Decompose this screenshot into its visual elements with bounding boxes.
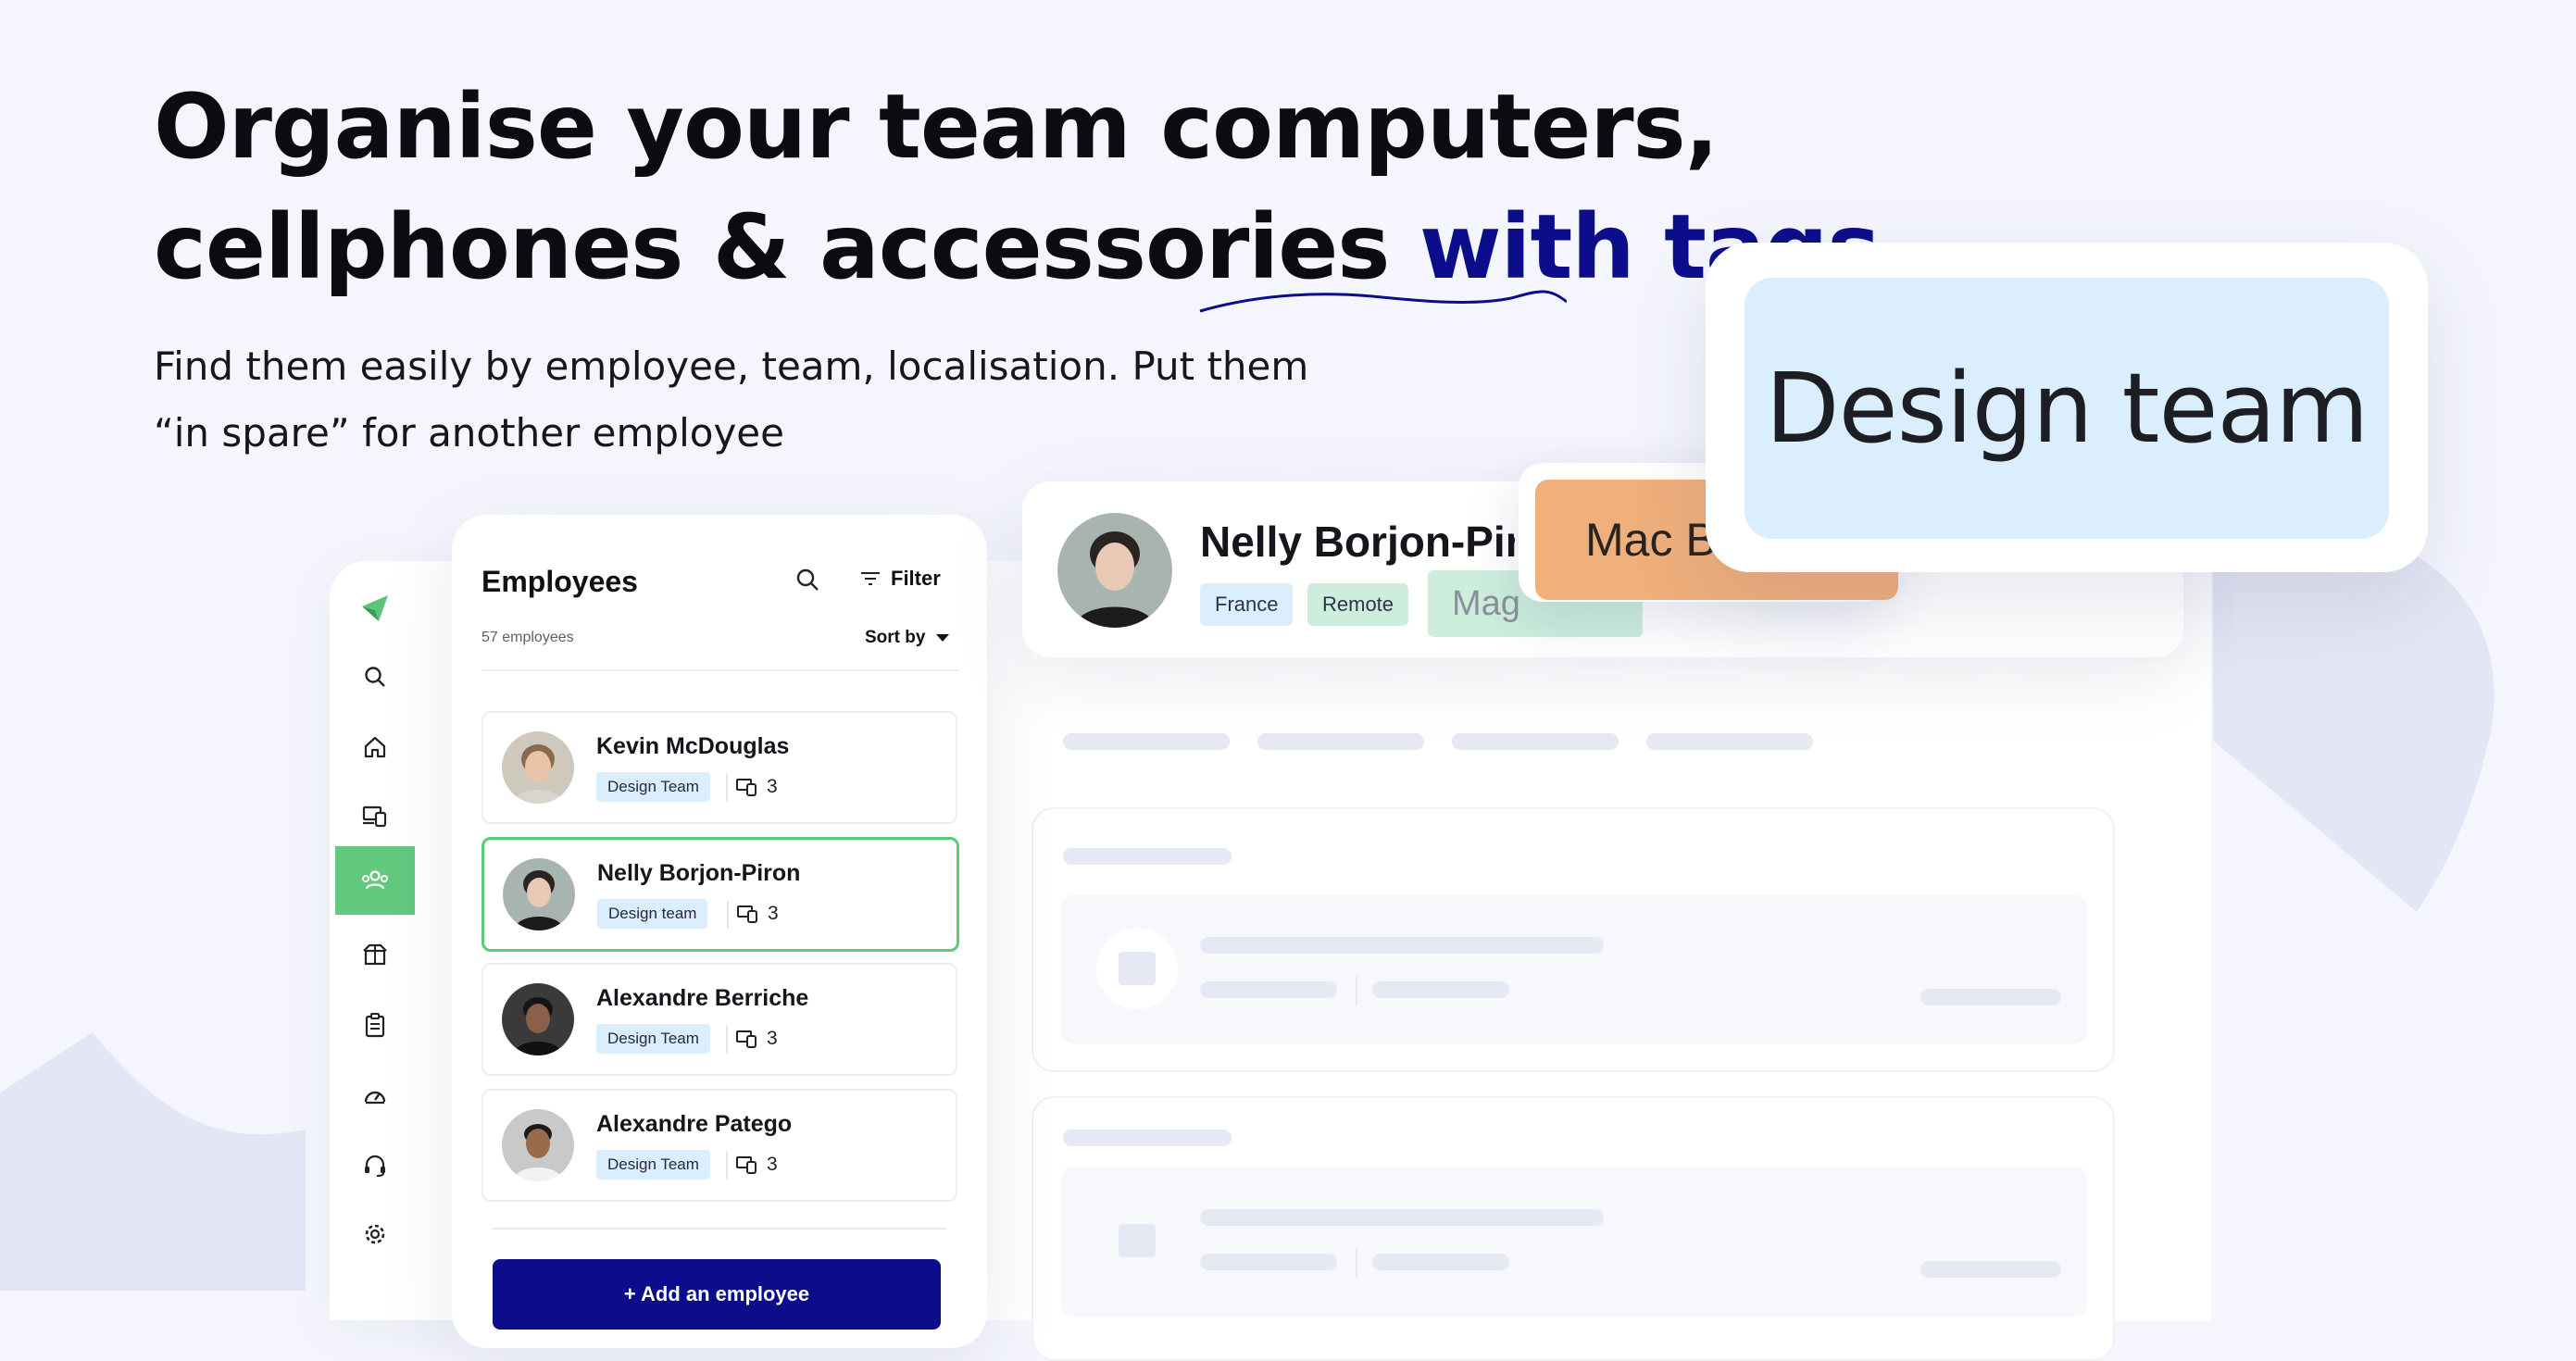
skeleton-line bbox=[1200, 1254, 1337, 1270]
device-count: 3 bbox=[735, 1024, 778, 1054]
device-count-value: 3 bbox=[767, 1028, 778, 1049]
skeleton-thumb-square bbox=[1119, 952, 1156, 985]
divider bbox=[481, 669, 959, 671]
add-employee-button[interactable]: + Add an employee bbox=[493, 1259, 941, 1330]
dashboard-icon[interactable] bbox=[335, 1061, 415, 1130]
skeleton-line bbox=[1372, 1254, 1509, 1270]
team-tag: Design Team bbox=[596, 1024, 710, 1054]
device-count-value: 3 bbox=[767, 1154, 778, 1175]
subtitle-line2: “in spare” for another employee bbox=[154, 410, 784, 456]
device-count-value: 3 bbox=[767, 776, 778, 797]
filter-button[interactable]: Filter bbox=[859, 567, 941, 591]
employee-name: Alexandre Patego bbox=[596, 1111, 793, 1137]
employees-title: Employees bbox=[481, 565, 638, 598]
skeleton-sep bbox=[1356, 1248, 1357, 1278]
employee-card[interactable]: Alexandre Berriche Design Team 3 bbox=[481, 963, 957, 1076]
skeleton-line bbox=[1063, 1130, 1232, 1146]
avatar bbox=[502, 731, 574, 804]
devices-icon bbox=[736, 1030, 757, 1048]
filter-icon bbox=[861, 572, 880, 585]
employees-panel: Employees Filter 57 employees Sort by Ke… bbox=[452, 515, 987, 1348]
location-tag[interactable]: France bbox=[1200, 583, 1294, 626]
employee-card-selected[interactable]: Nelly Borjon-Piron Design team 3 bbox=[481, 837, 959, 952]
devices-icon bbox=[736, 1156, 757, 1174]
profile-avatar bbox=[1057, 513, 1172, 628]
separator bbox=[727, 901, 729, 929]
skeleton-tab bbox=[1452, 733, 1619, 750]
avatar bbox=[503, 858, 575, 930]
clipboard-icon[interactable] bbox=[335, 991, 415, 1059]
sort-dropdown[interactable]: Sort by bbox=[865, 628, 951, 648]
employee-card[interactable]: Kevin McDouglas Design Team 3 bbox=[481, 711, 957, 824]
skeleton-card bbox=[1061, 894, 2087, 1044]
filter-label: Filter bbox=[891, 567, 941, 590]
gear-icon[interactable] bbox=[335, 1200, 415, 1268]
skeleton-section bbox=[1032, 807, 2115, 1072]
skeleton-sep bbox=[1356, 976, 1357, 1005]
devices-icon bbox=[736, 779, 757, 796]
package-icon[interactable] bbox=[335, 920, 415, 989]
skeleton-thumb-square bbox=[1119, 1224, 1156, 1257]
employees-icon[interactable] bbox=[335, 846, 415, 915]
skeleton-line bbox=[1200, 981, 1337, 998]
profile-name: Nelly Borjon-Piron bbox=[1200, 518, 1515, 566]
avatar bbox=[502, 1109, 574, 1181]
work-mode-tag[interactable]: Remote bbox=[1307, 583, 1409, 626]
team-tag: Design team bbox=[597, 899, 708, 929]
logo-icon[interactable] bbox=[335, 574, 415, 643]
subtitle-line1: Find them easily by employee, team, loca… bbox=[154, 343, 1309, 389]
subtitle: Find them easily by employee, team, loca… bbox=[154, 333, 1357, 467]
sort-label: Sort by bbox=[865, 628, 926, 647]
skeleton-line bbox=[1200, 937, 1604, 954]
device-count: 3 bbox=[736, 899, 779, 929]
skeleton-tab bbox=[1063, 733, 1230, 750]
skeleton-line bbox=[1920, 1261, 2061, 1278]
skeleton-line bbox=[1063, 848, 1232, 865]
employee-name: Alexandre Berriche bbox=[596, 985, 809, 1011]
support-icon[interactable] bbox=[335, 1131, 415, 1200]
design-tag-label: Design team bbox=[1744, 278, 2389, 539]
search-icon[interactable] bbox=[335, 643, 415, 711]
floating-tag-design[interactable]: Design team bbox=[1706, 243, 2428, 572]
home-icon[interactable] bbox=[335, 713, 415, 781]
skeleton-card bbox=[1061, 1167, 2087, 1317]
employee-name: Kevin McDouglas bbox=[596, 733, 790, 759]
devices-icon bbox=[737, 905, 757, 923]
divider bbox=[493, 1228, 946, 1230]
skeleton-tab bbox=[1646, 733, 1813, 750]
team-tag: Design Team bbox=[596, 772, 710, 802]
separator bbox=[726, 1152, 728, 1180]
device-count: 3 bbox=[735, 1150, 778, 1180]
skeleton-tab bbox=[1257, 733, 1424, 750]
separator bbox=[726, 1026, 728, 1054]
accent-underline bbox=[1199, 290, 1567, 313]
team-tag: Design Team bbox=[596, 1150, 710, 1180]
separator bbox=[726, 774, 728, 802]
employee-detail-area bbox=[987, 561, 2211, 1361]
headline-line1: Organise your team computers, bbox=[154, 75, 1719, 179]
avatar bbox=[502, 983, 574, 1055]
chevron-down-icon bbox=[936, 634, 950, 642]
skeleton-line bbox=[1200, 1209, 1604, 1226]
headline: Organise your team computers, cellphones… bbox=[154, 67, 1881, 307]
employee-name: Nelly Borjon-Piron bbox=[597, 860, 801, 886]
device-count-value: 3 bbox=[768, 903, 779, 924]
devices-icon[interactable] bbox=[335, 781, 415, 850]
skeleton-section bbox=[1032, 1096, 2115, 1361]
sidebar bbox=[330, 561, 469, 1320]
skeleton-line bbox=[1920, 989, 2061, 1005]
skeleton-line bbox=[1372, 981, 1509, 998]
employee-card[interactable]: Alexandre Patego Design Team 3 bbox=[481, 1089, 957, 1202]
employee-count: 57 employees bbox=[481, 630, 574, 645]
search-icon[interactable] bbox=[794, 567, 820, 597]
device-count: 3 bbox=[735, 772, 778, 802]
